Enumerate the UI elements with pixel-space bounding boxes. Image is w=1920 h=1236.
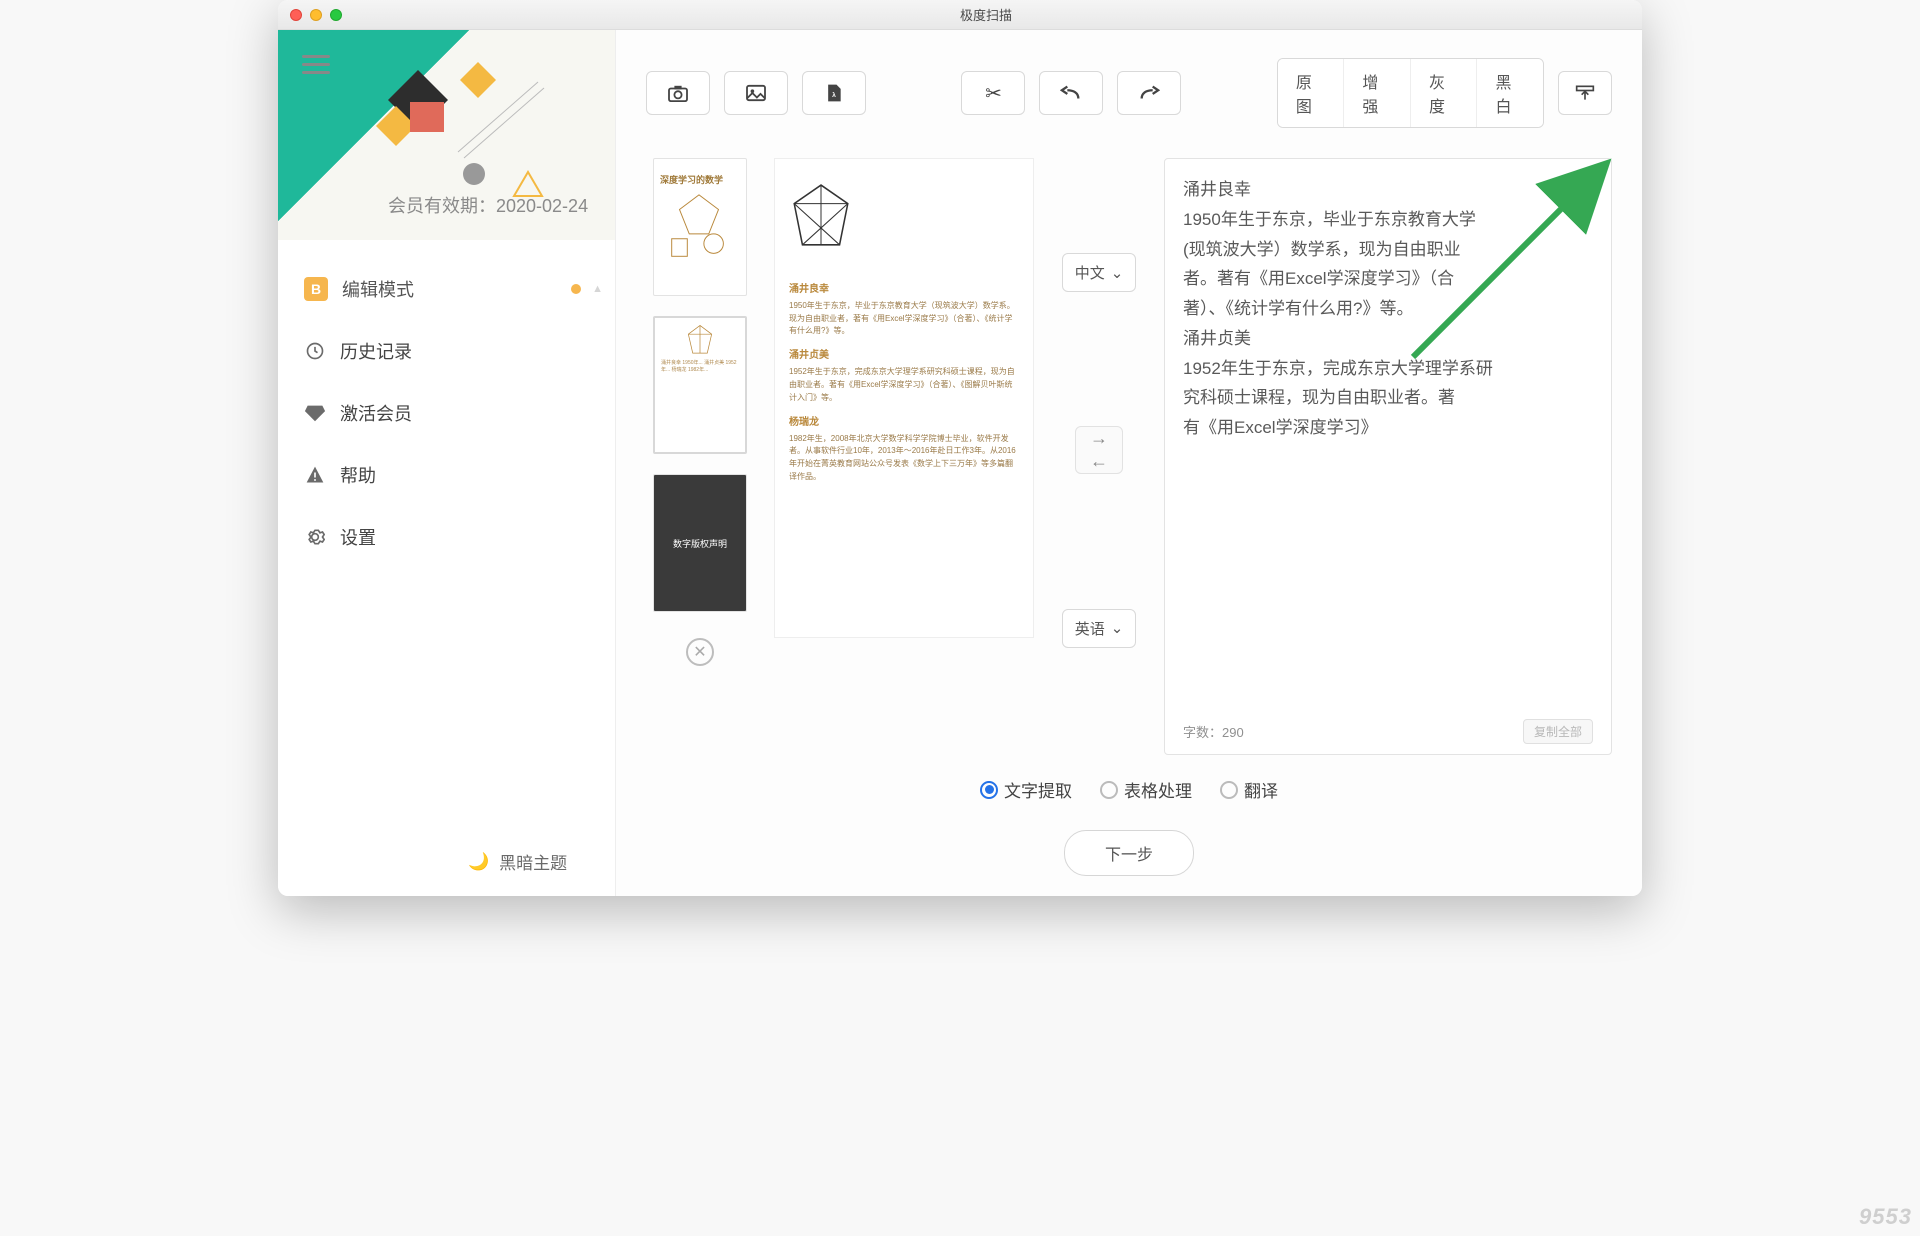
swap-languages-button[interactable]: →← bbox=[1075, 426, 1123, 474]
nav-label: 编辑模式 bbox=[342, 276, 414, 302]
menu-icon[interactable] bbox=[302, 50, 330, 79]
next-button[interactable]: 下一步 bbox=[1064, 830, 1194, 876]
nav: B 编辑模式 历史记录 激活会员 帮助 设置 bbox=[278, 240, 615, 568]
main-content: λ ✂ 原图 增强 灰度 黑白 bbox=[616, 30, 1642, 896]
nav-help[interactable]: 帮助 bbox=[278, 444, 615, 506]
diamond-icon bbox=[304, 402, 326, 424]
svg-text:λ: λ bbox=[832, 91, 836, 99]
polyhedron-icon bbox=[789, 183, 853, 251]
titlebar: 极度扫描 bbox=[278, 0, 1642, 30]
export-button[interactable] bbox=[1558, 71, 1612, 115]
radio-icon bbox=[1220, 781, 1238, 799]
image-button[interactable] bbox=[724, 71, 788, 115]
membership-expiry: 会员有效期：2020-02-24 bbox=[388, 192, 588, 218]
radio-text-extract[interactable]: 文字提取 bbox=[980, 777, 1072, 802]
nav-label: 激活会员 bbox=[340, 400, 412, 426]
clock-icon bbox=[304, 340, 326, 362]
camera-button[interactable] bbox=[646, 71, 710, 115]
ocr-footer: 字数：290 复制全部 bbox=[1183, 713, 1593, 744]
dark-theme-toggle[interactable]: 🌙 黑暗主题 bbox=[278, 827, 615, 896]
chevron-down-icon: ⌄ bbox=[1111, 619, 1124, 637]
chevron-down-icon: ⌄ bbox=[1111, 264, 1124, 282]
watermark: 9553 bbox=[1859, 1204, 1912, 1230]
close-icon[interactable] bbox=[290, 9, 302, 21]
source-language-select[interactable]: 中文⌄ bbox=[1062, 253, 1137, 292]
target-language-select[interactable]: 英语⌄ bbox=[1062, 609, 1137, 648]
filter-bw[interactable]: 黑白 bbox=[1477, 59, 1543, 127]
thumbnail-2[interactable]: 涌井良幸 1950年... 涌井贞美 1952年... 杨瑞龙 1982年... bbox=[653, 316, 747, 454]
delete-thumb-button[interactable]: ✕ bbox=[686, 638, 714, 666]
gear-icon bbox=[304, 526, 326, 548]
radio-icon bbox=[1100, 781, 1118, 799]
traffic-lights bbox=[290, 9, 342, 21]
nav-settings[interactable]: 设置 bbox=[278, 506, 615, 568]
nav-label: 历史记录 bbox=[340, 338, 412, 364]
moon-icon: 🌙 bbox=[468, 852, 489, 872]
ocr-text[interactable]: 涌井良幸 1950年生于东京，毕业于东京教育大学 (现筑波大学）数学系，现为自由… bbox=[1183, 175, 1593, 713]
nav-label: 帮助 bbox=[340, 462, 376, 488]
workspace: 深度学习的数学 涌井良幸 1950年... 涌井贞美 1952年... 杨瑞龙 … bbox=[646, 146, 1612, 755]
banner-art bbox=[368, 62, 568, 202]
thumbnail-1[interactable]: 深度学习的数学 bbox=[653, 158, 747, 296]
language-column: 中文⌄ →← 英语⌄ bbox=[1054, 146, 1144, 755]
filter-gray[interactable]: 灰度 bbox=[1411, 59, 1478, 127]
undo-button[interactable] bbox=[1039, 71, 1103, 115]
nav-edit-mode[interactable]: B 编辑模式 bbox=[278, 258, 615, 320]
edit-badge-icon: B bbox=[304, 277, 328, 301]
nav-label: 设置 bbox=[340, 524, 376, 550]
nav-history[interactable]: 历史记录 bbox=[278, 320, 615, 382]
window-title: 极度扫描 bbox=[342, 5, 1630, 24]
page-preview[interactable]: 涌井良幸 1950年生于东京，毕业于东京教育大学（现筑波大学）数学系。现为自由职… bbox=[774, 158, 1034, 638]
app-window: 极度扫描 会员有效期：2020-02-24 bbox=[278, 0, 1642, 896]
copy-all-button[interactable]: 复制全部 bbox=[1523, 719, 1593, 744]
radio-translate[interactable]: 翻译 bbox=[1220, 777, 1278, 802]
cut-button[interactable]: ✂ bbox=[961, 71, 1025, 115]
thumbnail-3[interactable]: 数字版权声明 bbox=[653, 474, 747, 612]
nav-activate[interactable]: 激活会员 bbox=[278, 382, 615, 444]
ocr-result-panel: 涌井良幸 1950年生于东京，毕业于东京教育大学 (现筑波大学）数学系，现为自由… bbox=[1164, 158, 1612, 755]
minimize-icon[interactable] bbox=[310, 9, 322, 21]
radio-table[interactable]: 表格处理 bbox=[1100, 777, 1192, 802]
maximize-icon[interactable] bbox=[330, 9, 342, 21]
thumbnail-list: 深度学习的数学 涌井良幸 1950年... 涌井贞美 1952年... 杨瑞龙 … bbox=[646, 146, 754, 755]
sidebar-banner: 会员有效期：2020-02-24 bbox=[278, 30, 615, 240]
filter-enhance[interactable]: 增强 bbox=[1344, 59, 1411, 127]
filter-segment: 原图 增强 灰度 黑白 bbox=[1277, 58, 1544, 128]
filter-original[interactable]: 原图 bbox=[1278, 59, 1345, 127]
mode-radios: 文字提取 表格处理 翻译 bbox=[646, 777, 1612, 802]
char-count: 字数：290 bbox=[1183, 722, 1244, 741]
warning-icon bbox=[304, 464, 326, 486]
sidebar: 会员有效期：2020-02-24 B 编辑模式 历史记录 激活会员 bbox=[278, 30, 616, 896]
pdf-button[interactable]: λ bbox=[802, 71, 866, 115]
radio-icon bbox=[980, 781, 998, 799]
toolbar: λ ✂ 原图 增强 灰度 黑白 bbox=[646, 58, 1612, 128]
redo-button[interactable] bbox=[1117, 71, 1181, 115]
